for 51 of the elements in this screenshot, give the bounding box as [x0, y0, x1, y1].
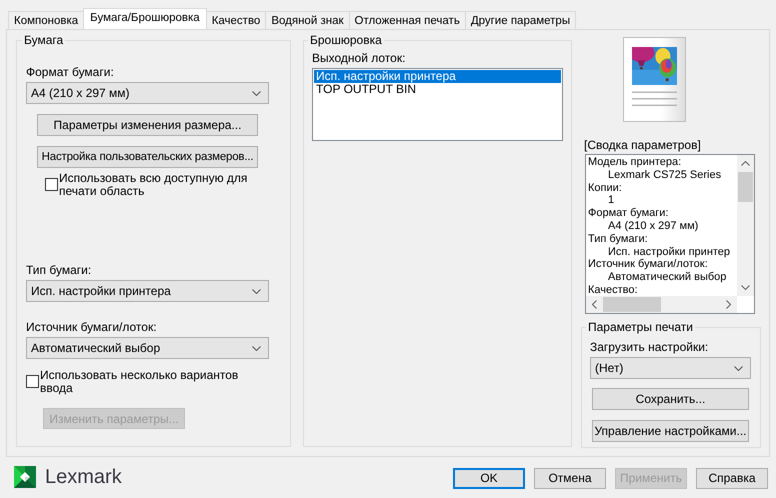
chevron-icon	[252, 288, 261, 294]
paper-source-dropdown[interactable]: Автоматический выбор	[26, 337, 269, 359]
checkbox[interactable]	[26, 375, 39, 388]
paper-type-dropdown[interactable]: Исп. настройки принтера	[26, 280, 269, 302]
load-settings-dropdown[interactable]: (Нет)	[590, 357, 751, 379]
summary-heading: Копии:	[588, 182, 623, 194]
settings-button[interactable]: Сохранить...	[592, 388, 749, 410]
chevron-icon	[252, 346, 261, 350]
tab[interactable]: Другие параметры	[464, 11, 576, 29]
tab[interactable]: Компоновка	[8, 11, 84, 29]
scroll-thumb[interactable]	[603, 297, 661, 312]
settings-button[interactable]: Параметры изменения размера...	[37, 114, 258, 136]
logo-icon	[14, 466, 36, 488]
vertical-scrollbar[interactable]	[737, 155, 754, 296]
dialog-button[interactable]: Справка	[696, 468, 768, 488]
settings-button[interactable]: Управление настройками...	[592, 420, 749, 442]
list-item[interactable]: TOP OUTPUT BIN	[314, 83, 561, 96]
summary-heading: Тип бумаги:	[588, 232, 649, 246]
checkbox-label: Использовать всю доступную для печати область	[59, 172, 248, 198]
checkbox[interactable]	[45, 178, 58, 191]
field-label: Формат бумаги:	[26, 65, 114, 79]
scroll-thumb[interactable]	[738, 172, 753, 202]
dialog-button[interactable]: Отмена	[534, 468, 606, 488]
chevron-icon	[734, 366, 743, 370]
summary-value: A4 (210 x 297 мм)	[607, 220, 700, 233]
paper-size-dropdown[interactable]: A4 (210 x 297 мм)	[26, 82, 269, 104]
dialog-button[interactable]: OK	[453, 468, 525, 488]
summary-value: Исп. настройки принтер	[607, 246, 732, 258]
field-label: Тип бумаги:	[26, 263, 92, 277]
brand-name: Lexmark	[45, 466, 122, 488]
field-label: Источник бумаги/лоток:	[26, 320, 157, 334]
checkbox-label: Использовать несколько вариантов ввода	[40, 369, 240, 395]
group-title: Бумага	[23, 33, 64, 47]
summary-value: Lexmark CS725 Series	[607, 168, 722, 182]
tab[interactable]: Водяной знак	[265, 11, 350, 29]
summary-heading: Формат бумаги:	[588, 207, 670, 220]
summary-heading: Качество:	[588, 284, 639, 297]
list-item[interactable]: Исп. настройки принтера	[314, 70, 561, 83]
field-label: Выходной лоток:	[312, 51, 406, 65]
summary-heading: Источник бумаги/лоток:	[588, 258, 709, 272]
summary-value: 1	[607, 194, 616, 208]
summary-value: Автоматический выбор	[607, 271, 728, 284]
group-title: Брошюровка	[309, 33, 383, 47]
settings-button[interactable]: Настройка пользовательских размеров...	[37, 146, 258, 168]
group-title: Параметры печати	[587, 320, 694, 334]
horizontal-scrollbar[interactable]	[586, 296, 737, 313]
summary-heading: Модель принтера:	[588, 156, 682, 169]
tab[interactable]: Бумага/Брошюровка	[83, 8, 207, 29]
summary-title: [Сводка параметров]	[584, 138, 701, 152]
chevron-icon	[252, 90, 261, 96]
field-label: Загрузить настройки:	[590, 340, 708, 354]
